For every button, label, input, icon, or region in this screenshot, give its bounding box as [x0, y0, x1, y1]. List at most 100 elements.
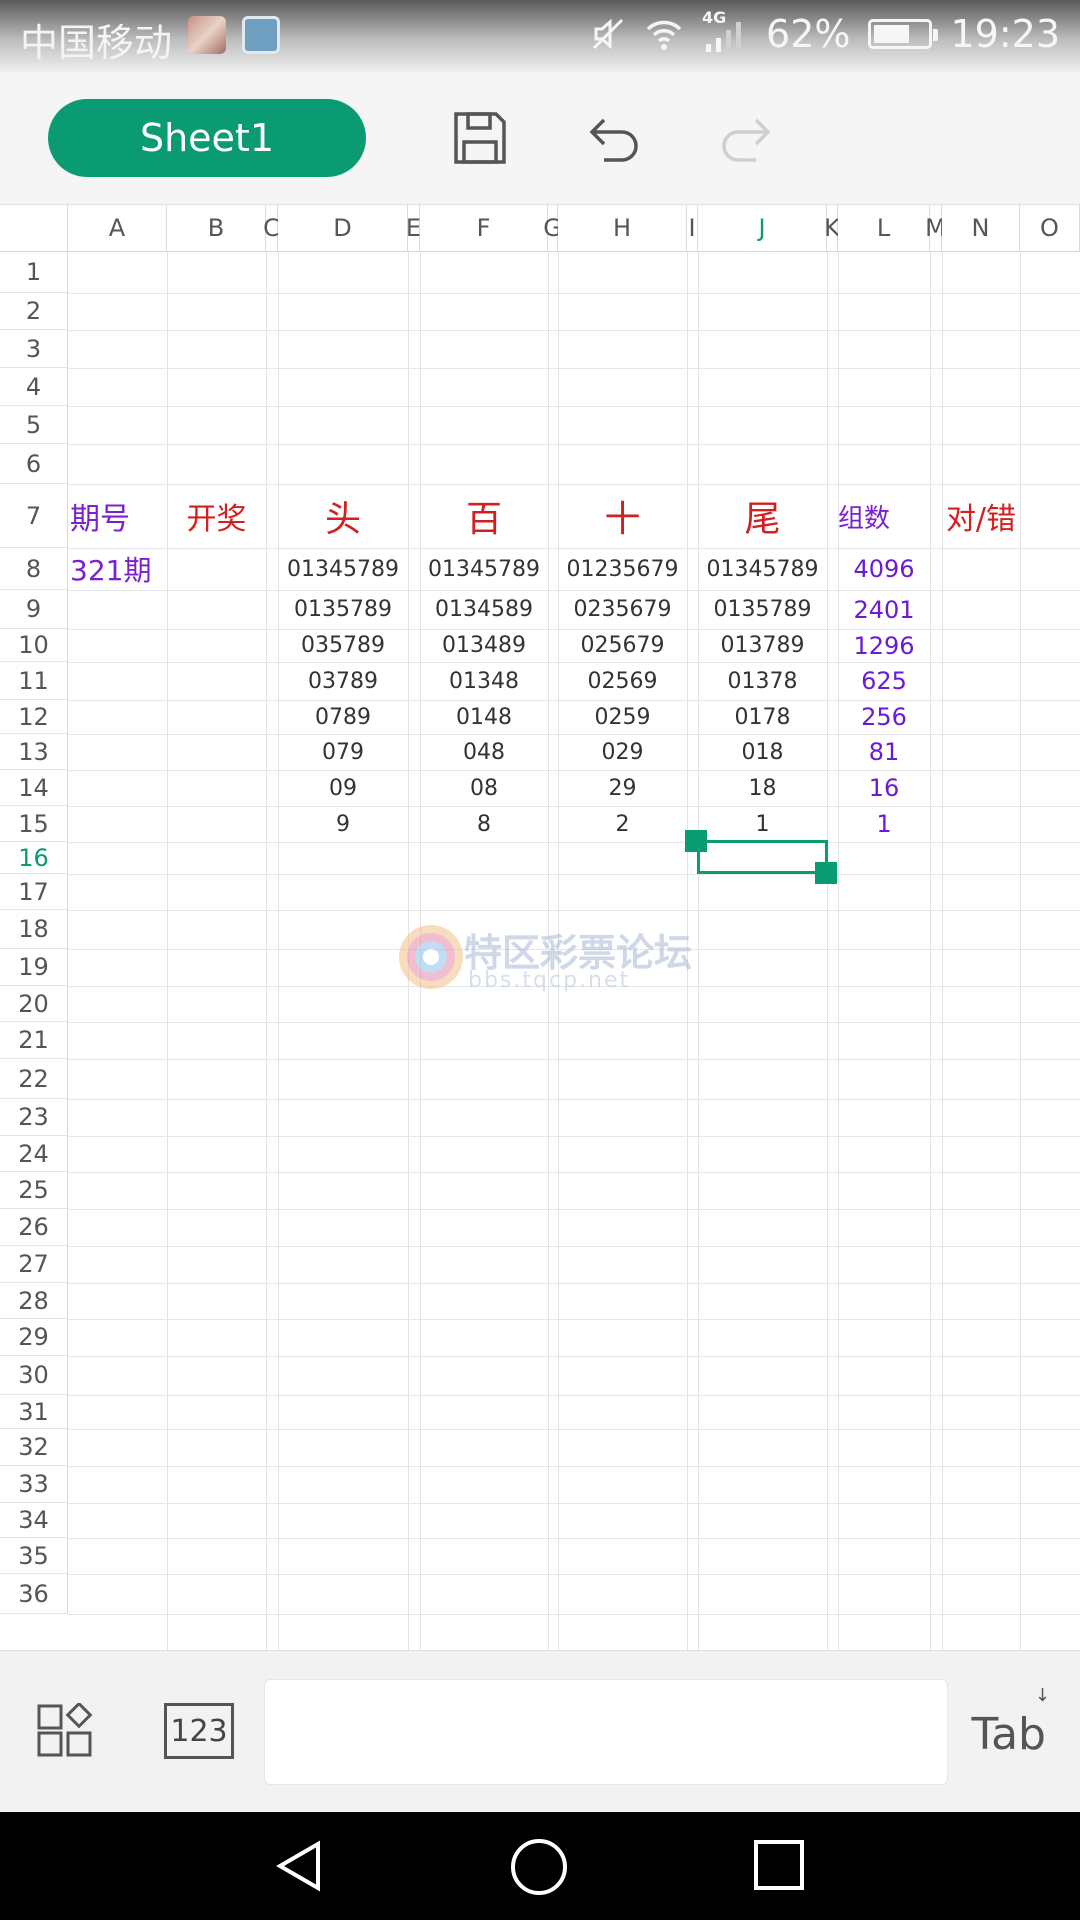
data-cell-head[interactable]: 0789	[278, 700, 408, 734]
data-cell-ten[interactable]: 02569	[558, 662, 687, 700]
row-header-1[interactable]: 1	[0, 252, 68, 293]
data-cell-hundred[interactable]: 013489	[420, 629, 548, 662]
column-header-n[interactable]: N	[942, 204, 1020, 252]
row-header-7[interactable]: 7	[0, 484, 68, 548]
row-header-25[interactable]: 25	[0, 1172, 68, 1209]
data-cell-hundred[interactable]: 01348	[420, 662, 548, 700]
header-cell-ten[interactable]: 十	[558, 484, 687, 548]
data-cell-head[interactable]: 9	[278, 806, 408, 842]
data-cell-count[interactable]: 1296	[838, 629, 930, 662]
data-cell-ten[interactable]: 0235679	[558, 590, 687, 629]
redo-icon[interactable]	[716, 106, 780, 170]
data-cell-hundred[interactable]: 0134589	[420, 590, 548, 629]
row-header-23[interactable]: 23	[0, 1099, 68, 1136]
formula-input[interactable]	[264, 1679, 948, 1785]
header-cell-hundred[interactable]: 百	[420, 484, 548, 548]
data-cell-ten[interactable]: 025679	[558, 629, 687, 662]
home-icon[interactable]	[510, 1838, 568, 1896]
save-icon[interactable]	[448, 106, 512, 170]
row-header-9[interactable]: 9	[0, 590, 68, 629]
row-header-24[interactable]: 24	[0, 1136, 68, 1172]
row-header-31[interactable]: 31	[0, 1395, 68, 1429]
row-header-36[interactable]: 36	[0, 1574, 68, 1614]
row-header-11[interactable]: 11	[0, 662, 68, 700]
row-header-28[interactable]: 28	[0, 1283, 68, 1319]
data-cell-ten[interactable]: 0259	[558, 700, 687, 734]
data-cell-head[interactable]: 01345789	[278, 548, 408, 590]
data-cell-head[interactable]: 079	[278, 734, 408, 770]
row-header-19[interactable]: 19	[0, 949, 68, 986]
row-header-17[interactable]: 17	[0, 874, 68, 910]
data-cell-ten[interactable]: 2	[558, 806, 687, 842]
row-header-3[interactable]: 3	[0, 330, 68, 368]
data-cell-head[interactable]: 035789	[278, 629, 408, 662]
data-cell-tail[interactable]: 0178	[698, 700, 827, 734]
data-cell-tail[interactable]: 018	[698, 734, 827, 770]
data-cell-tail[interactable]: 01345789	[698, 548, 827, 590]
data-cell-hundred[interactable]: 0148	[420, 700, 548, 734]
header-cell-draw[interactable]: 开奖	[167, 484, 266, 548]
row-header-30[interactable]: 30	[0, 1356, 68, 1395]
header-cell-right-wrong[interactable]: 对/错	[942, 484, 1020, 548]
row-header-14[interactable]: 14	[0, 770, 68, 806]
data-cell-tail[interactable]: 1	[698, 806, 827, 842]
apps-icon[interactable]	[36, 1703, 96, 1763]
row-header-26[interactable]: 26	[0, 1209, 68, 1246]
undo-icon[interactable]	[580, 106, 644, 170]
row-header-6[interactable]: 6	[0, 444, 68, 484]
row-header-21[interactable]: 21	[0, 1022, 68, 1059]
row-header-5[interactable]: 5	[0, 406, 68, 444]
data-cell-tail[interactable]: 18	[698, 770, 827, 806]
column-header-k[interactable]: K	[824, 204, 840, 252]
data-cell-count[interactable]: 2401	[838, 590, 930, 629]
row-header-29[interactable]: 29	[0, 1319, 68, 1356]
corner-select-all[interactable]	[0, 204, 68, 252]
data-cell-hundred[interactable]: 8	[420, 806, 548, 842]
row-header-18[interactable]: 18	[0, 910, 68, 949]
cell-selection-box[interactable]	[697, 840, 828, 874]
sheet-tab-button[interactable]: Sheet1	[48, 99, 366, 177]
numeric-keyboard-button[interactable]: 123	[164, 1703, 234, 1759]
tab-button[interactable]: Tab	[972, 1709, 1047, 1760]
column-header-i[interactable]: I	[687, 204, 698, 252]
data-cell-head[interactable]: 09	[278, 770, 408, 806]
period-value-cell[interactable]: 321期	[68, 548, 167, 590]
data-cell-count[interactable]: 256	[838, 700, 930, 734]
data-cell-hundred[interactable]: 08	[420, 770, 548, 806]
sheet-grid[interactable]: A B C D E F G H I J K L M N O 1 2 3 4 5 6 7 8 9 10 11 12 13 14 15 16 17…	[0, 204, 1080, 1650]
data-cell-ten[interactable]: 029	[558, 734, 687, 770]
column-header-e[interactable]: E	[406, 204, 421, 252]
row-header-15[interactable]: 15	[0, 806, 68, 842]
data-cell-hundred[interactable]: 048	[420, 734, 548, 770]
data-cell-count[interactable]: 4096	[838, 548, 930, 590]
column-header-j[interactable]: J	[698, 204, 827, 252]
row-header-20[interactable]: 20	[0, 986, 68, 1022]
column-header-l[interactable]: L	[838, 204, 930, 252]
data-cell-count[interactable]: 81	[838, 734, 930, 770]
row-header-34[interactable]: 34	[0, 1503, 68, 1538]
row-header-22[interactable]: 22	[0, 1059, 68, 1099]
header-cell-tail[interactable]: 尾	[698, 484, 827, 548]
row-header-12[interactable]: 12	[0, 700, 68, 734]
row-header-35[interactable]: 35	[0, 1538, 68, 1574]
data-cell-tail[interactable]: 01378	[698, 662, 827, 700]
data-cell-count[interactable]: 1	[838, 806, 930, 842]
row-header-13[interactable]: 13	[0, 734, 68, 770]
header-cell-period[interactable]: 期号	[68, 484, 167, 548]
column-header-o[interactable]: O	[1020, 204, 1080, 252]
selection-end-handle[interactable]	[815, 862, 837, 884]
column-header-g[interactable]: G	[543, 204, 562, 252]
column-header-h[interactable]: H	[558, 204, 687, 252]
column-header-c[interactable]: C	[263, 204, 280, 252]
data-cell-head[interactable]: 03789	[278, 662, 408, 700]
data-cell-tail[interactable]: 013789	[698, 629, 827, 662]
data-cell-tail[interactable]: 0135789	[698, 590, 827, 629]
selection-start-handle[interactable]	[685, 830, 707, 852]
column-header-m[interactable]: M	[925, 204, 946, 252]
data-cell-hundred[interactable]: 01345789	[420, 548, 548, 590]
row-header-16[interactable]: 16	[0, 842, 68, 874]
data-cell-ten[interactable]: 01235679	[558, 548, 687, 590]
row-header-2[interactable]: 2	[0, 293, 68, 330]
row-header-27[interactable]: 27	[0, 1246, 68, 1283]
column-header-a[interactable]: A	[68, 204, 167, 252]
